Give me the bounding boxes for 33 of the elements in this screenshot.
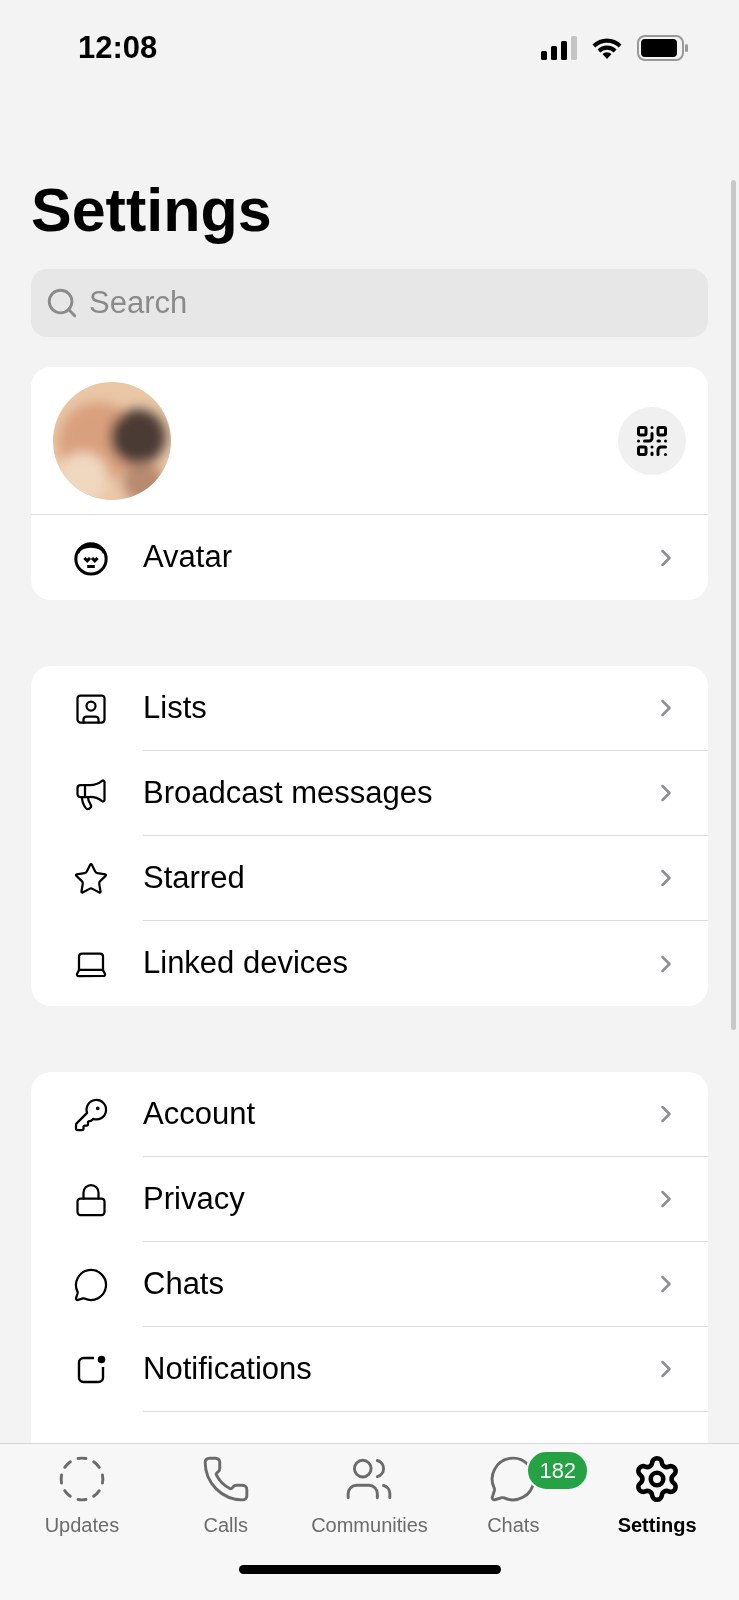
wifi-icon xyxy=(591,36,623,60)
search-icon xyxy=(45,286,79,320)
tab[interactable]: Communities xyxy=(297,1454,442,1540)
row-label: Privacy xyxy=(143,1179,246,1218)
settings-row[interactable]: Privacy xyxy=(31,1157,708,1242)
settings-row[interactable]: Avatar xyxy=(31,515,708,600)
row-label: Chats xyxy=(143,1264,225,1303)
settings-row[interactable]: Starred xyxy=(31,836,708,921)
key-icon xyxy=(73,1096,109,1133)
speech-bubble-icon xyxy=(73,1266,109,1303)
settings-row[interactable]: Chats xyxy=(31,1242,708,1327)
settings-row[interactable]: Notifications xyxy=(31,1327,708,1412)
tab[interactable]: Calls xyxy=(153,1454,298,1540)
lock-icon xyxy=(73,1181,109,1218)
avatar-face-icon xyxy=(73,539,109,576)
settings-row[interactable]: Broadcast messages xyxy=(31,751,708,836)
row-label: Lists xyxy=(143,688,208,727)
tab[interactable]: Updates xyxy=(10,1454,154,1540)
row-label: Broadcast messages xyxy=(143,773,434,812)
signal-icon xyxy=(541,36,577,60)
unread-badge: 182 xyxy=(526,1450,590,1491)
row-label: Starred xyxy=(143,858,246,897)
row-label: Avatar xyxy=(143,538,234,577)
battery-icon xyxy=(637,35,689,61)
settings-row[interactable]: Linked devices xyxy=(31,921,708,1006)
settings-row[interactable]: Account xyxy=(31,1072,708,1157)
status-time: 12:08 xyxy=(78,28,158,67)
star-icon xyxy=(73,860,109,897)
search-field[interactable]: Search xyxy=(31,269,708,337)
settings-row[interactable]: Lists xyxy=(31,666,708,751)
row-label: Account xyxy=(143,1094,256,1133)
row-label: Notifications xyxy=(143,1349,313,1388)
row-label: Linked devices xyxy=(143,944,350,983)
